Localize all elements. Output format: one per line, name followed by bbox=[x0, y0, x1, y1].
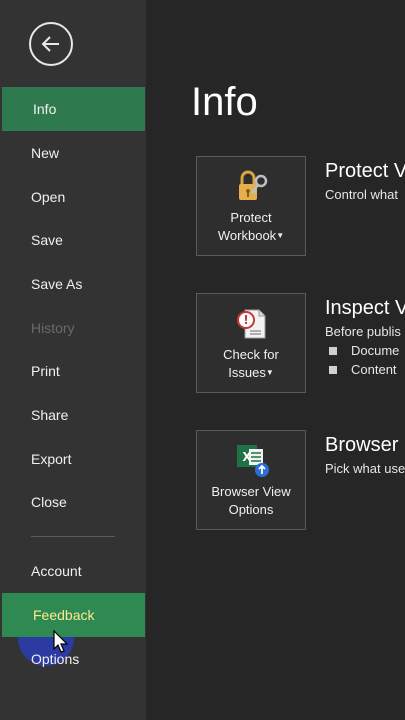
info-panel: Info Protect Workbook▼ Protect V Control… bbox=[146, 0, 405, 720]
browser-label-line1: Browser View bbox=[211, 484, 291, 499]
back-button[interactable] bbox=[29, 22, 73, 66]
browser-view-label: Browser View Options bbox=[197, 483, 305, 519]
nav-feedback[interactable]: Feedback bbox=[2, 593, 145, 637]
back-arrow-icon bbox=[41, 36, 59, 52]
nav-history: History bbox=[31, 320, 75, 336]
protect-label-line2: Workbook▼ bbox=[197, 227, 305, 245]
nav-print[interactable]: Print bbox=[0, 349, 146, 393]
nav-close[interactable]: Close bbox=[0, 480, 146, 524]
browser-section: Browser Pick what use bbox=[325, 434, 405, 476]
browser-section-title: Browser bbox=[325, 434, 399, 456]
lock-key-icon bbox=[239, 170, 268, 200]
page-title: Info bbox=[191, 80, 258, 124]
excel-browser-icon: X bbox=[237, 445, 269, 477]
browser-view-options-button[interactable]: X Browser View Options bbox=[196, 430, 306, 530]
nav-share[interactable]: Share bbox=[0, 393, 146, 437]
mouse-cursor-icon bbox=[53, 630, 69, 653]
dropdown-caret-icon: ▼ bbox=[276, 231, 285, 240]
protect-section: Protect V Control what bbox=[325, 160, 405, 202]
inspect-section-title: Inspect V bbox=[325, 297, 405, 319]
protect-label-text: Workbook bbox=[217, 228, 277, 243]
dropdown-caret-icon: ▼ bbox=[265, 368, 274, 377]
bullet-icon bbox=[329, 347, 337, 355]
check-for-issues-button[interactable]: ! Check for Issues▼ bbox=[196, 293, 306, 393]
nav-account[interactable]: Account bbox=[0, 549, 146, 593]
protect-workbook-label: Protect Workbook▼ bbox=[197, 209, 305, 245]
nav-info[interactable]: Info bbox=[2, 87, 145, 131]
nav-open[interactable]: Open bbox=[0, 175, 146, 219]
inspect-bullet-1: Docume bbox=[325, 343, 405, 358]
inspect-bullet-2: Content bbox=[325, 362, 405, 377]
inspect-document-icon: ! bbox=[237, 309, 266, 339]
nav-save[interactable]: Save bbox=[0, 218, 146, 262]
check-label-line2: Issues▼ bbox=[197, 364, 305, 382]
check-label-line1: Check for bbox=[223, 347, 279, 362]
bullet-text: Docume bbox=[351, 343, 400, 358]
bullet-icon bbox=[329, 366, 337, 374]
check-issues-label: Check for Issues▼ bbox=[197, 346, 305, 382]
check-label-text: Issues bbox=[228, 365, 266, 380]
browser-section-desc: Pick what use bbox=[325, 461, 405, 476]
inspect-section: Inspect V Before publis Docume Content bbox=[325, 297, 405, 377]
protect-section-desc: Control what bbox=[325, 187, 398, 202]
sidebar-divider bbox=[31, 536, 115, 537]
protect-label-line1: Protect bbox=[230, 210, 272, 225]
protect-workbook-button[interactable]: Protect Workbook▼ bbox=[196, 156, 306, 256]
protect-section-title: Protect V bbox=[325, 160, 405, 182]
bullet-text: Content bbox=[351, 362, 397, 377]
nav-export[interactable]: Export bbox=[0, 437, 146, 481]
backstage-sidebar: Info New Open Save Save As History Print… bbox=[0, 0, 146, 720]
nav-save-as[interactable]: Save As bbox=[0, 262, 146, 306]
svg-text:!: ! bbox=[243, 313, 248, 327]
nav-new[interactable]: New bbox=[0, 131, 146, 175]
inspect-section-desc: Before publis bbox=[325, 324, 401, 339]
nav-options[interactable]: Options bbox=[0, 637, 146, 681]
browser-label-line2: Options bbox=[228, 502, 274, 517]
